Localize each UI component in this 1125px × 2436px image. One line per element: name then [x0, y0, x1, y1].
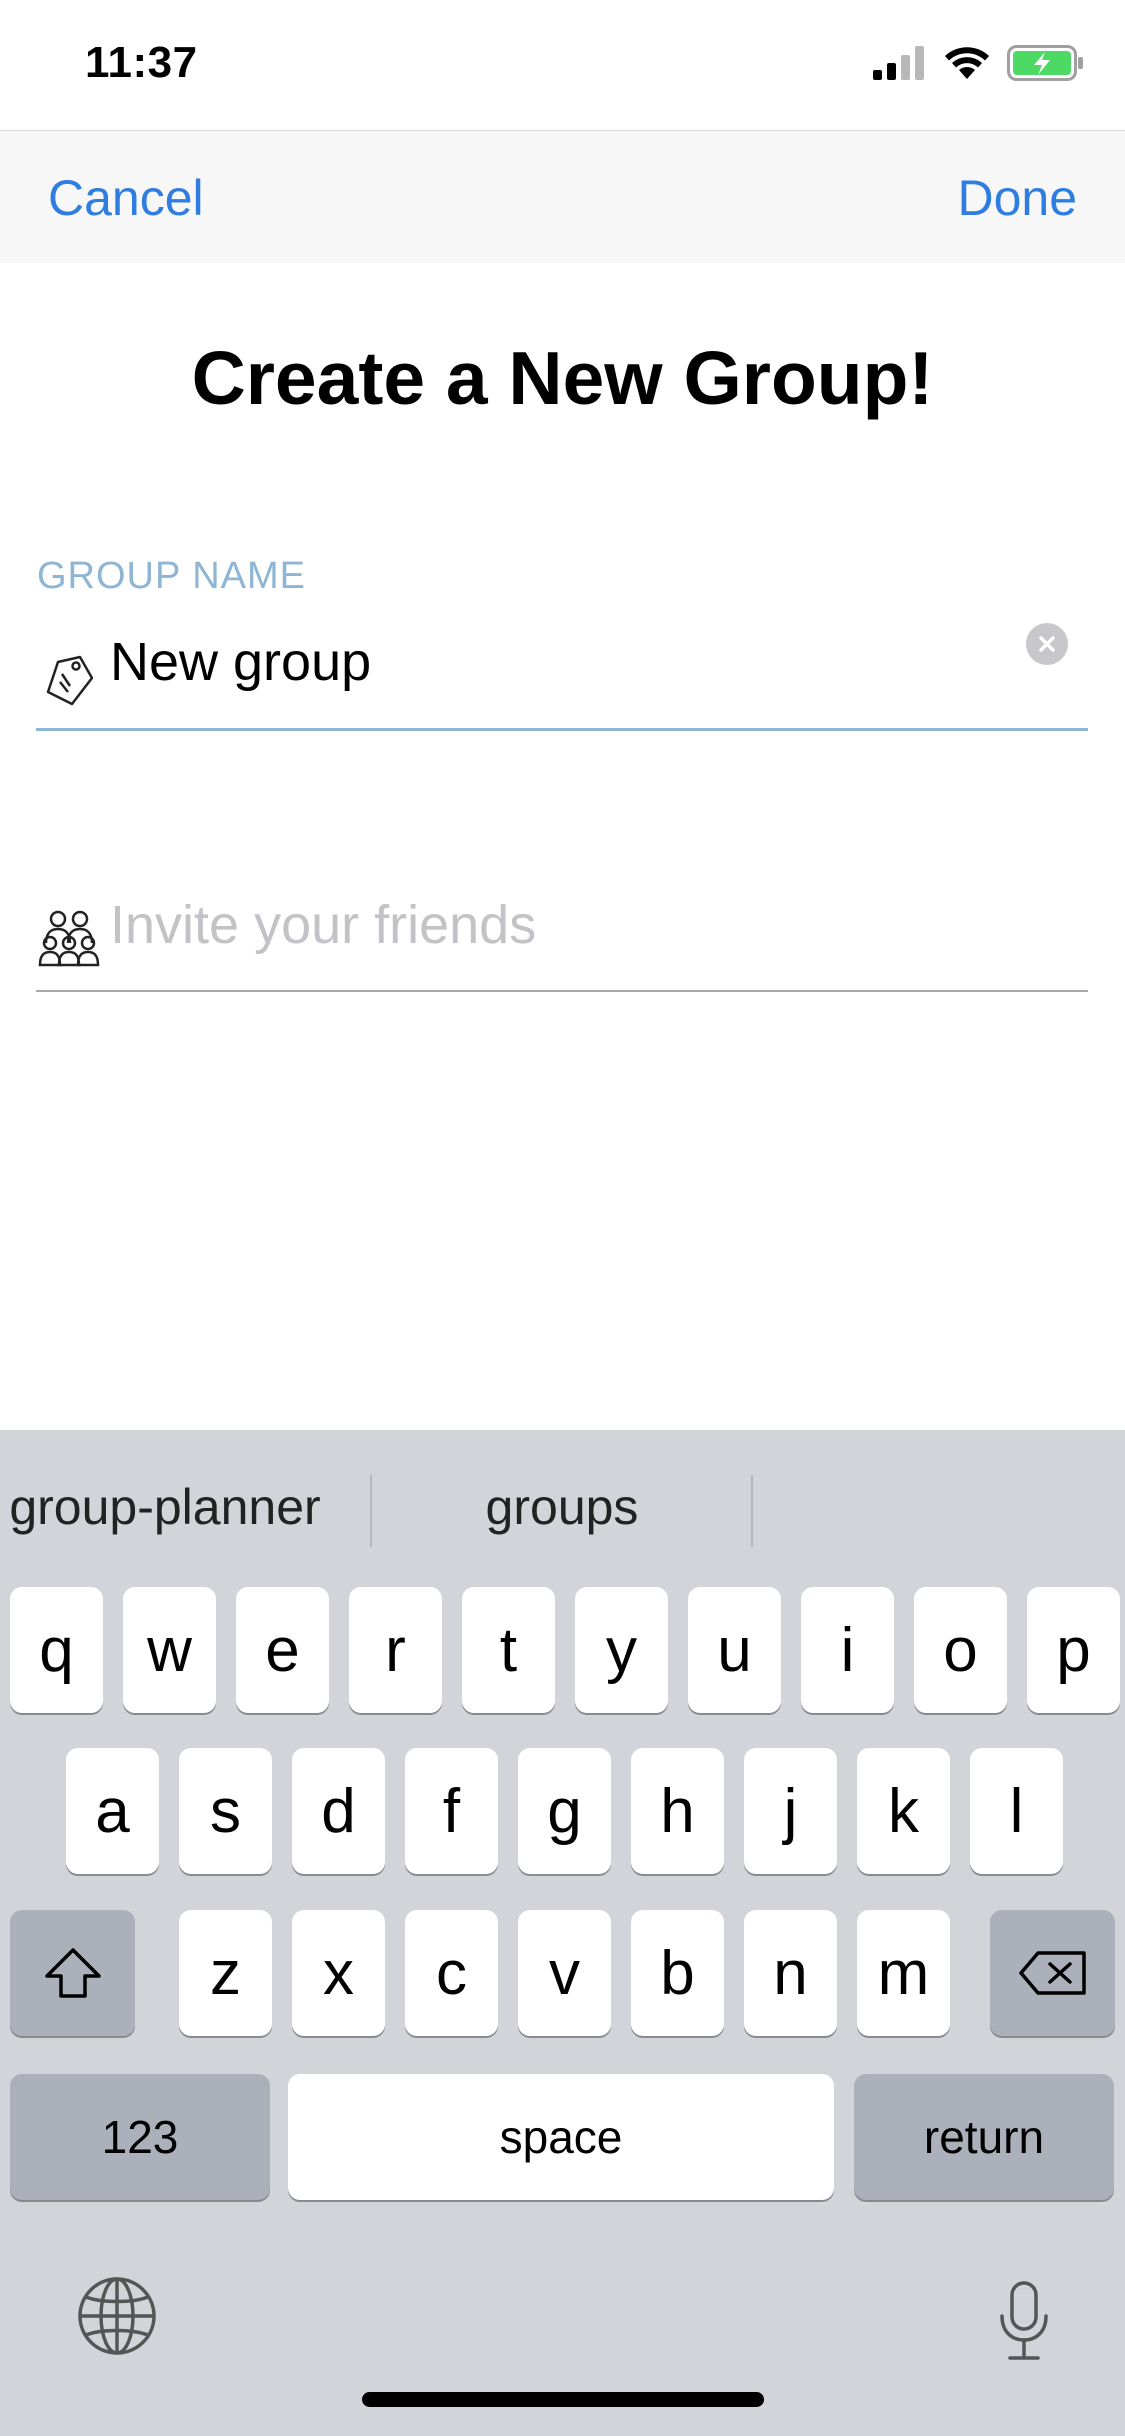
- globe-icon: [78, 2277, 156, 2355]
- key-l[interactable]: l: [970, 1748, 1063, 1874]
- cancel-button[interactable]: Cancel: [48, 169, 204, 227]
- suggestion-item[interactable]: group-planner: [0, 1478, 335, 1536]
- key-h[interactable]: h: [631, 1748, 724, 1874]
- status-bar: 11:37: [0, 0, 1125, 130]
- suggestion-item[interactable]: groups: [373, 1478, 751, 1536]
- status-icons: [873, 45, 1085, 81]
- clear-circle-icon[interactable]: [1026, 623, 1068, 665]
- key-j[interactable]: j: [744, 1748, 837, 1874]
- nav-bar: Cancel Done: [0, 130, 1125, 263]
- invite-friends-field: [36, 875, 1088, 992]
- home-indicator: [362, 2392, 764, 2407]
- suggestion-separator: [370, 1475, 372, 1547]
- key-d[interactable]: d: [292, 1748, 385, 1874]
- group-name-input[interactable]: [110, 610, 1010, 714]
- keyboard: group-planner groups qwertyuiop asdfghjkl…: [0, 1430, 1125, 2436]
- backspace-icon: [1018, 1951, 1086, 1995]
- tag-icon: [46, 655, 94, 706]
- space-key[interactable]: space: [288, 2074, 834, 2200]
- group-name-label: GROUP NAME: [37, 555, 307, 597]
- key-t[interactable]: t: [462, 1587, 555, 1713]
- delete-key[interactable]: [990, 1910, 1115, 2036]
- key-w[interactable]: w: [123, 1587, 216, 1713]
- key-c[interactable]: c: [405, 1910, 498, 2036]
- key-r[interactable]: r: [349, 1587, 442, 1713]
- battery-charging-icon: [1007, 45, 1083, 81]
- key-v[interactable]: v: [518, 1910, 611, 2036]
- return-key[interactable]: return: [854, 2074, 1114, 2200]
- cellular-signal-icon: [873, 46, 924, 80]
- key-s[interactable]: s: [179, 1748, 272, 1874]
- group-people-icon: [38, 910, 100, 967]
- key-o[interactable]: o: [914, 1587, 1007, 1713]
- microphone-button[interactable]: [998, 2280, 1050, 2362]
- invite-friends-input[interactable]: [110, 875, 1010, 975]
- wifi-icon: [945, 47, 989, 79]
- key-y[interactable]: y: [575, 1587, 668, 1713]
- key-a[interactable]: a: [66, 1748, 159, 1874]
- key-z[interactable]: z: [179, 1910, 272, 2036]
- shift-key[interactable]: [10, 1910, 135, 2036]
- numbers-key[interactable]: 123: [10, 2074, 270, 2200]
- key-k[interactable]: k: [857, 1748, 950, 1874]
- suggestion-separator: [751, 1475, 753, 1547]
- status-time: 11:37: [85, 38, 198, 87]
- key-i[interactable]: i: [801, 1587, 894, 1713]
- key-g[interactable]: g: [518, 1748, 611, 1874]
- globe-button[interactable]: [76, 2275, 158, 2357]
- page-title: Create a New Group!: [191, 336, 934, 420]
- key-f[interactable]: f: [405, 1748, 498, 1874]
- key-x[interactable]: x: [292, 1910, 385, 2036]
- key-u[interactable]: u: [688, 1587, 781, 1713]
- key-n[interactable]: n: [744, 1910, 837, 2036]
- key-p[interactable]: p: [1027, 1587, 1120, 1713]
- suggestion-bar: group-planner groups: [0, 1430, 1125, 1580]
- key-b[interactable]: b: [631, 1910, 724, 2036]
- key-e[interactable]: e: [236, 1587, 329, 1713]
- shift-icon: [44, 1948, 101, 1998]
- group-name-field: [36, 610, 1088, 731]
- microphone-icon: [1000, 2281, 1048, 2360]
- done-button[interactable]: Done: [957, 169, 1077, 227]
- key-m[interactable]: m: [857, 1910, 950, 2036]
- key-q[interactable]: q: [10, 1587, 103, 1713]
